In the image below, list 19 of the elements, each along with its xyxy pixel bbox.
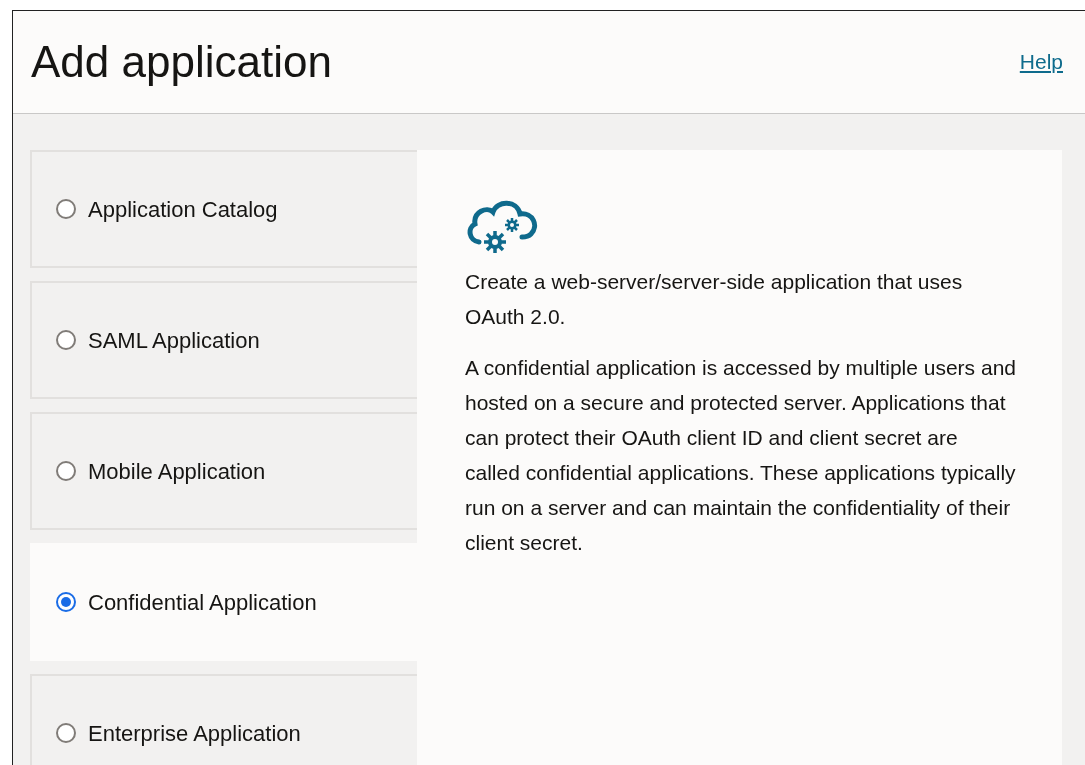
radio-button[interactable] — [56, 199, 76, 219]
radio-button[interactable] — [56, 330, 76, 350]
page-title: Add application — [31, 35, 332, 88]
option-card[interactable]: SAML Application — [30, 281, 417, 399]
option-label: Application Catalog — [88, 195, 278, 224]
radio-button[interactable] — [56, 592, 76, 612]
option-card[interactable]: Application Catalog — [30, 150, 417, 268]
option-label: Mobile Application — [88, 457, 266, 486]
radio-button[interactable] — [56, 461, 76, 481]
description-text: A confidential application is accessed by multiple users and hosted on a secure and protected server. Applications that can protect their OAuth client ID and client secret are called confidential applications. These applications typically run on a server and can maintain the confidentiality of their client secret. — [465, 355, 1016, 556]
option-label: SAML Application — [88, 326, 260, 355]
option-card[interactable]: Mobile Application — [30, 412, 417, 530]
radio-button[interactable] — [56, 723, 76, 743]
option-card[interactable]: Confidential Application — [30, 543, 417, 661]
option-label: Enterprise Application — [88, 719, 301, 748]
summary-text: Create a web-server/server-side application that uses OAuth 2.0. — [465, 269, 964, 330]
option-label: Confidential Application — [88, 588, 317, 617]
option-card[interactable]: Enterprise Application — [30, 674, 417, 765]
help-link[interactable]: Help — [1019, 46, 1063, 78]
